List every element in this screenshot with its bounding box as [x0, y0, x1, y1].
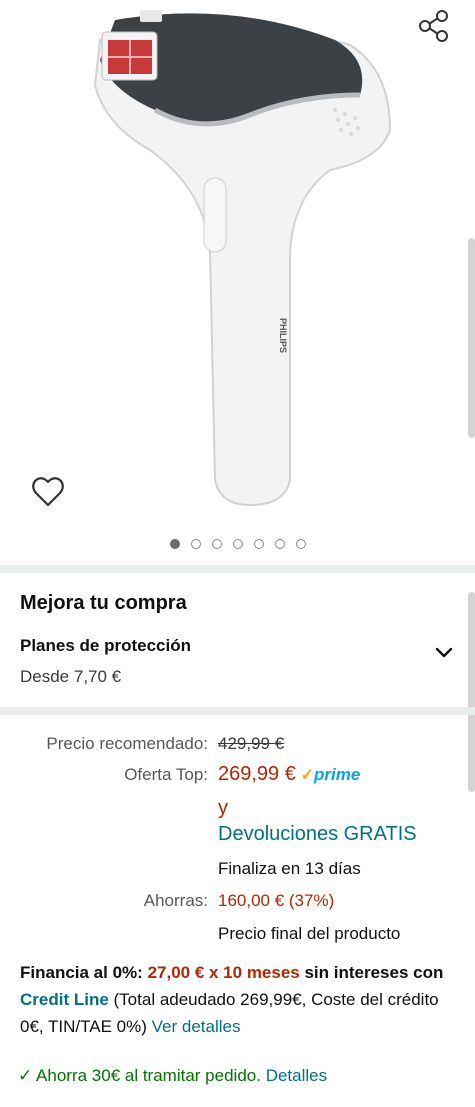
image-pagination: [0, 539, 475, 549]
pagination-dot[interactable]: [295, 539, 306, 549]
pagination-dot[interactable]: [232, 539, 243, 549]
savings-value: 160,00 € (37%): [218, 891, 335, 910]
share-icon[interactable]: [416, 8, 452, 44]
prime-badge[interactable]: prime: [314, 765, 360, 784]
savings-label: Ahorras:: [143, 891, 208, 910]
free-returns-link[interactable]: Devoluciones GRATIS: [218, 823, 417, 846]
ver-detalles-link[interactable]: Ver detalles: [152, 1017, 241, 1036]
finance-lead: Financia al 0%:: [20, 963, 143, 982]
promo-details-link[interactable]: Detalles: [266, 1066, 327, 1085]
prime-check-icon: ✓: [300, 767, 314, 784]
protection-plan-price: Desde 7,70 €: [20, 667, 122, 686]
pagination-dot[interactable]: [190, 539, 201, 549]
wishlist-heart-icon[interactable]: [30, 474, 66, 510]
offer-label: Oferta Top:: [124, 765, 208, 784]
upgrade-section[interactable]: Mejora tu compra Planes de protección De…: [0, 573, 475, 707]
device-brand-text: PHILIPS: [278, 318, 288, 353]
offer-line: 269,99 € ✓prime: [218, 763, 360, 786]
rrp-label: Precio recomendado:: [46, 734, 208, 753]
promo-savings: ✓ Ahorra 30€ al tramitar pedido. Detalle…: [18, 1066, 327, 1086]
offer-price: 269,99 €: [218, 763, 296, 785]
finance-amount: 27,00 € x 10 meses: [147, 963, 300, 982]
protection-plan-title: Planes de protección: [20, 636, 191, 655]
final-price-note: Precio final del producto: [218, 924, 401, 943]
offer-ends-text: Finaliza en 13 días: [218, 859, 361, 878]
scrollbar-thumb[interactable]: [468, 238, 475, 438]
credit-line-link[interactable]: Credit Line: [20, 990, 109, 1009]
pagination-dot[interactable]: [211, 539, 222, 549]
upgrade-title: Mejora tu compra: [20, 592, 187, 614]
scrollbar-thumb[interactable]: [468, 592, 475, 792]
chevron-down-icon[interactable]: [434, 643, 454, 663]
and-word: y: [218, 797, 228, 819]
section-divider: [0, 707, 475, 715]
promo-text: Ahorra 30€ al tramitar pedido.: [36, 1066, 261, 1085]
rrp-value: 429,99 €: [218, 734, 285, 753]
pagination-dot-active[interactable]: [169, 539, 180, 549]
pagination-dot[interactable]: [253, 539, 264, 549]
product-image-gallery[interactable]: PHILIPS: [0, 0, 475, 565]
check-icon: ✓: [18, 1066, 33, 1085]
product-image[interactable]: PHILIPS: [80, 0, 410, 520]
pagination-dot[interactable]: [274, 539, 285, 549]
finance-mid: sin intereses con: [299, 963, 444, 982]
section-divider: [0, 565, 475, 573]
financing-text: Financia al 0%: 27,00 € x 10 meses sin i…: [20, 959, 460, 1040]
